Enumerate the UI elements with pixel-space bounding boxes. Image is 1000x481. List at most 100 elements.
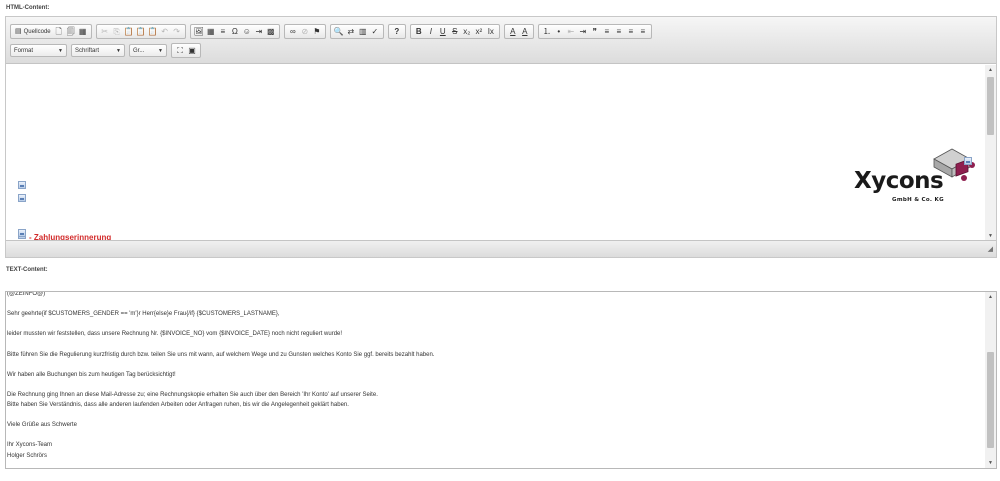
paste-text-button[interactable]: 📋 xyxy=(135,25,147,38)
show-blocks-button[interactable]: ▣ xyxy=(186,44,198,57)
subscript-icon: x₂ xyxy=(463,26,471,36)
templates-button[interactable]: ▦ xyxy=(77,25,89,38)
editor-scrollbar-thumb[interactable] xyxy=(987,77,994,135)
paste-button[interactable]: 📋 xyxy=(123,25,135,38)
toolbar-group: ✂ ⎘ 📋 📋 📋 ↶ ↷ xyxy=(95,24,186,39)
find-button[interactable]: 🔍 xyxy=(333,25,345,38)
remove-format-button[interactable]: Ix xyxy=(485,25,497,38)
text-color-button[interactable]: A xyxy=(507,25,519,38)
page-break-button[interactable]: ⇥ xyxy=(253,25,265,38)
subscript-button[interactable]: x₂ xyxy=(461,25,473,38)
logo-text: Xycons xyxy=(854,168,944,194)
format-dropdown-label: Format xyxy=(14,47,34,54)
align-right-button[interactable]: ≡ xyxy=(625,25,637,38)
special-char-button[interactable]: Ω xyxy=(229,25,241,38)
horizontal-rule-button[interactable]: ≡ xyxy=(217,25,229,38)
preview-button[interactable]: 🗐 xyxy=(65,25,77,38)
select-all-button[interactable]: ▥ xyxy=(357,25,369,38)
toolbar-row-1: ▤ Quellcode 🗋 🗐 ▦ ✂ ⎘ 📋 📋 📋 ↶ ↷ 🖼 ▦ ≡ Ω ☺ ⇥ ▩ ∞ ⊘ ⚑ 🔍 ⇄ ▥ ✓? B I U Sx… xyxy=(10,24,656,39)
text-line xyxy=(7,360,981,370)
format-dropdown[interactable]: Format ▼ xyxy=(10,44,67,57)
text-color-icon: A xyxy=(510,26,516,36)
numbered-list-icon: ⒈ xyxy=(542,26,551,36)
text-line xyxy=(7,339,981,349)
new-page-button[interactable]: 🗋 xyxy=(53,25,65,38)
text-line xyxy=(7,410,981,420)
replace-button[interactable]: ⇄ xyxy=(345,25,357,38)
paste-icon: 📋 xyxy=(123,26,134,36)
strike-button[interactable]: S xyxy=(449,25,461,38)
find-icon: 🔍 xyxy=(333,26,344,36)
blockquote-button[interactable]: ❞ xyxy=(589,25,601,38)
size-dropdown[interactable]: Gr... ▼ xyxy=(129,44,167,57)
image-placeholder-icon[interactable] xyxy=(18,194,26,202)
align-left-button[interactable]: ≡ xyxy=(601,25,613,38)
align-right-icon: ≡ xyxy=(628,26,634,36)
html-editor[interactable]: ▤ Quellcode 🗋 🗐 ▦ ✂ ⎘ 📋 📋 📋 ↶ ↷ 🖼 ▦ ≡ Ω ☺ ⇥ ▩ ∞ ⊘ ⚑ 🔍 ⇄ ▥ ✓? B I U Sx… xyxy=(5,16,997,258)
spellcheck-button[interactable]: ✓ xyxy=(369,25,381,38)
image-placeholder-icon[interactable] xyxy=(18,229,26,237)
undo-button[interactable]: ↶ xyxy=(159,25,171,38)
anchor-button[interactable]: ⚑ xyxy=(311,25,323,38)
textarea-scrollbar-thumb[interactable] xyxy=(987,352,994,448)
text-line: (@ZEINFO@) xyxy=(7,291,46,297)
text-line xyxy=(7,319,981,329)
link-button[interactable]: ∞ xyxy=(287,25,299,38)
paste-word-icon: 📋 xyxy=(147,26,158,36)
xycons-logo: Xycons GmbH & Co. KG xyxy=(854,145,976,205)
textarea-scrollbar[interactable]: ▲ ▼ xyxy=(985,292,996,468)
font-dropdown[interactable]: Schriftart ▼ xyxy=(71,44,125,57)
justify-button[interactable]: ≡ xyxy=(637,25,649,38)
align-center-button[interactable]: ≡ xyxy=(613,25,625,38)
resize-grip-icon[interactable]: ◢ xyxy=(985,246,993,254)
superscript-button[interactable]: x² xyxy=(473,25,485,38)
copy-button[interactable]: ⎘ xyxy=(111,25,123,38)
link-icon: ∞ xyxy=(289,26,296,36)
maximize-icon: ⛶ xyxy=(177,45,183,55)
italic-button[interactable]: I xyxy=(425,25,437,38)
underline-button[interactable]: U xyxy=(437,25,449,38)
bold-icon: B xyxy=(415,26,422,36)
iframe-button[interactable]: ▩ xyxy=(265,25,277,38)
scroll-down-icon[interactable]: ▼ xyxy=(985,233,996,239)
image-placeholder-icon[interactable] xyxy=(964,157,972,165)
text-line xyxy=(7,430,981,440)
bold-button[interactable]: B xyxy=(413,25,425,38)
chevron-down-icon: ▼ xyxy=(58,47,63,54)
maximize-button[interactable]: ⛶ xyxy=(174,44,186,57)
text-content-textarea[interactable]: (@ZEINFO@) Sehr geehrte{if $CUSTOMERS_GE… xyxy=(5,291,997,469)
about-button[interactable]: ? xyxy=(391,25,403,38)
scroll-down-icon[interactable]: ▼ xyxy=(985,460,996,466)
image-button[interactable]: 🖼 xyxy=(193,25,205,38)
underline-icon: U xyxy=(439,26,446,36)
source-button[interactable]: ▤ Quellcode xyxy=(13,25,53,38)
table-button[interactable]: ▦ xyxy=(205,25,217,38)
toolbar-group: B I U Sx₂ x² Ix xyxy=(409,24,500,39)
numbered-list-button[interactable]: ⒈ xyxy=(541,25,553,38)
toolbar-group: ∞ ⊘ ⚑ xyxy=(283,24,326,39)
spellcheck-icon: ✓ xyxy=(371,26,379,36)
select-all-icon: ▥ xyxy=(359,26,367,36)
bulleted-list-button[interactable]: • xyxy=(553,25,565,38)
smiley-button[interactable]: ☺ xyxy=(241,25,253,38)
special-char-icon: Ω xyxy=(231,26,238,36)
tools-group: ⛶ ▣ xyxy=(171,43,201,58)
indent-button[interactable]: ⇥ xyxy=(577,25,589,38)
editor-content[interactable]: Xycons GmbH & Co. KG xyxy=(6,65,985,241)
text-line: Holger Schrörs xyxy=(7,452,48,459)
redo-button[interactable]: ↷ xyxy=(171,25,183,38)
cut-button[interactable]: ✂ xyxy=(99,25,111,38)
paste-word-button[interactable]: 📋 xyxy=(147,25,159,38)
italic-icon: I xyxy=(429,26,432,36)
scroll-up-icon[interactable]: ▲ xyxy=(985,67,996,73)
image-placeholder-icon[interactable] xyxy=(18,181,26,189)
outdent-button[interactable]: ⇤ xyxy=(565,25,577,38)
unlink-button[interactable]: ⊘ xyxy=(299,25,311,38)
about-icon: ? xyxy=(394,26,400,36)
font-dropdown-label: Schriftart xyxy=(75,47,100,54)
bg-color-button[interactable]: A xyxy=(519,25,531,38)
text-line: Die Rechnung ging Ihnen an diese Mail-Ad… xyxy=(7,391,378,398)
editor-scrollbar[interactable]: ▲ ▼ xyxy=(985,65,996,241)
source-icon: ▤ xyxy=(15,28,22,35)
scroll-up-icon[interactable]: ▲ xyxy=(985,294,996,300)
